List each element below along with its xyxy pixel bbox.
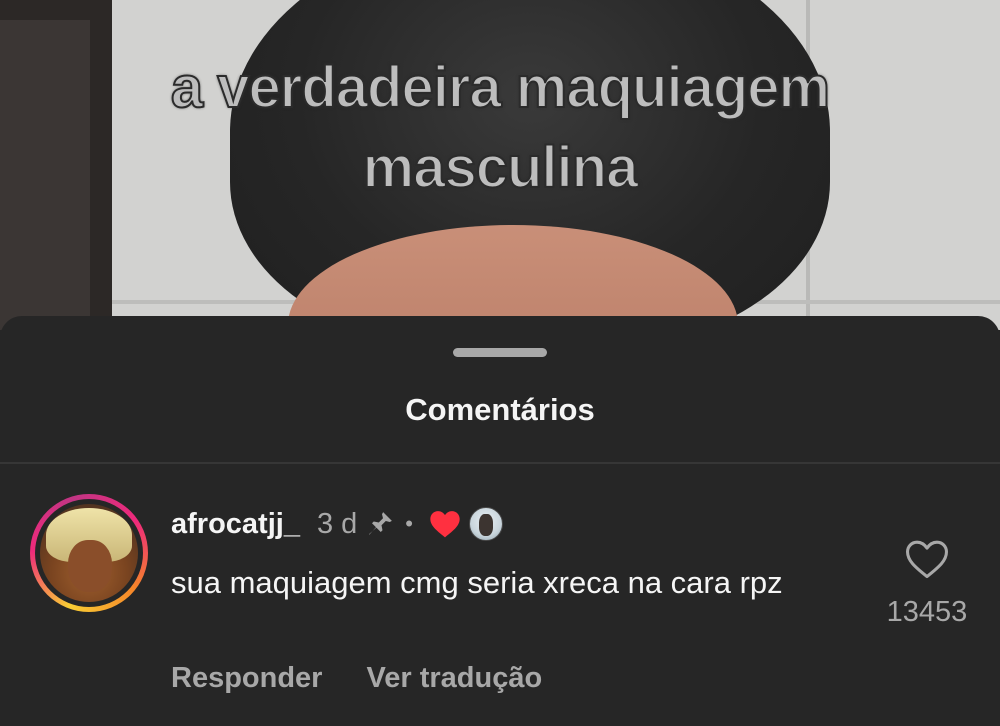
reply-button[interactable]: Responder (171, 662, 322, 695)
sheet-drag-handle[interactable] (453, 348, 547, 357)
video-caption-line: masculina (362, 134, 640, 201)
like-button[interactable] (904, 538, 950, 580)
comment-username[interactable]: afrocatjj_ (171, 508, 300, 541)
video-frame[interactable]: a verdadeira maquiagem masculina (0, 0, 1000, 330)
comments-sheet: Comentários afrocatjj_ 3 d • sua maquiag… (0, 316, 1000, 726)
comment-timestamp: 3 d (316, 507, 358, 540)
comment-header: afrocatjj_ 3 d • (171, 504, 503, 544)
pin-icon (365, 509, 395, 539)
app-screen: a verdadeira maquiagem masculina Comentá… (0, 0, 1000, 726)
avatar[interactable] (40, 504, 138, 602)
comment-actions: Responder Ver tradução (171, 662, 542, 695)
creator-avatar (468, 507, 503, 541)
heart-outline-icon (906, 540, 948, 579)
avatar-story-ring[interactable] (30, 494, 148, 612)
see-translation-button[interactable]: Ver tradução (366, 662, 542, 695)
video-caption-line: a verdadeira maquiagem (170, 54, 831, 121)
sheet-title: Comentários (405, 392, 595, 427)
avatar-face (68, 540, 112, 592)
separator-dot: • (405, 511, 413, 536)
divider (0, 462, 1000, 464)
video-caption-overlay: a verdadeira maquiagem masculina (0, 48, 1000, 208)
like-count: 13453 (886, 596, 968, 628)
comment-text: sua maquiagem cmg seria xreca na cara rp… (171, 565, 783, 600)
creator-liked-heart-icon (429, 509, 461, 539)
